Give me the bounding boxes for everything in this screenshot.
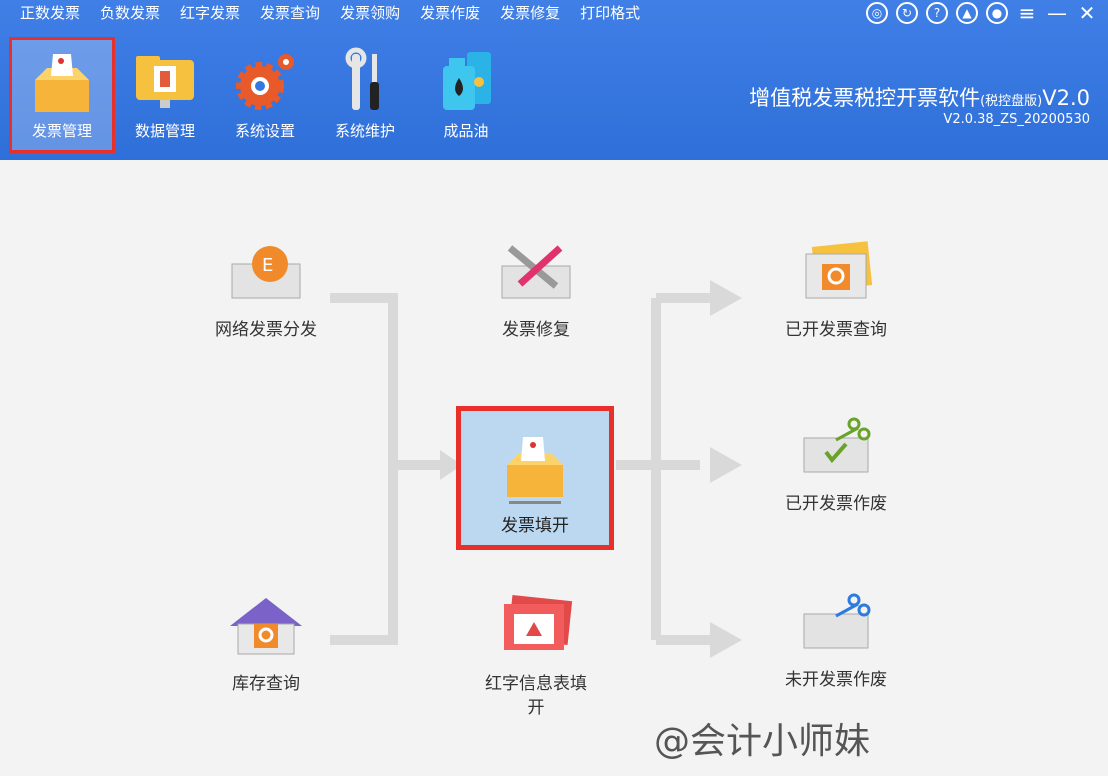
node-label: 网络发票分发 — [215, 320, 317, 340]
node-void-issued-invoice[interactable]: 已开发票作废 — [766, 414, 906, 516]
node-label: 发票修复 — [502, 320, 570, 340]
node-invoice-repair[interactable]: 发票修复 — [466, 240, 606, 342]
network-distribution-icon: E — [231, 246, 301, 299]
watermark: @会计小师妹 — [654, 721, 871, 762]
node-label: 已开发票作废 — [785, 494, 887, 514]
house-search-icon — [230, 598, 302, 655]
node-invoice-issue[interactable]: 发票填开 — [456, 406, 614, 550]
node-label: 库存查询 — [232, 674, 300, 694]
node-issued-invoice-query[interactable]: 已开发票查询 — [766, 240, 906, 342]
invoice-search-icon — [805, 241, 873, 299]
node-void-unissued-invoice[interactable]: 未开发票作废 — [766, 590, 906, 692]
invoice-scissors-icon — [803, 593, 871, 649]
wrench-screwdriver-icon — [501, 245, 571, 299]
node-label: 发票填开 — [501, 516, 569, 536]
red-form-pen-icon — [504, 594, 573, 650]
node-inventory-query[interactable]: 库存查询 — [196, 594, 336, 696]
node-network-distribution[interactable]: E 网络发票分发 — [196, 240, 336, 342]
node-label: 未开发票作废 — [785, 670, 887, 690]
invoice-scissors-icon — [803, 417, 871, 473]
node-label: 红字信息表填开 — [485, 674, 587, 718]
svg-text:E: E — [262, 255, 273, 276]
node-red-info-form[interactable]: 红字信息表填开 — [466, 594, 606, 720]
invoice-box-icon — [507, 437, 563, 504]
node-label: 已开发票查询 — [785, 320, 887, 340]
